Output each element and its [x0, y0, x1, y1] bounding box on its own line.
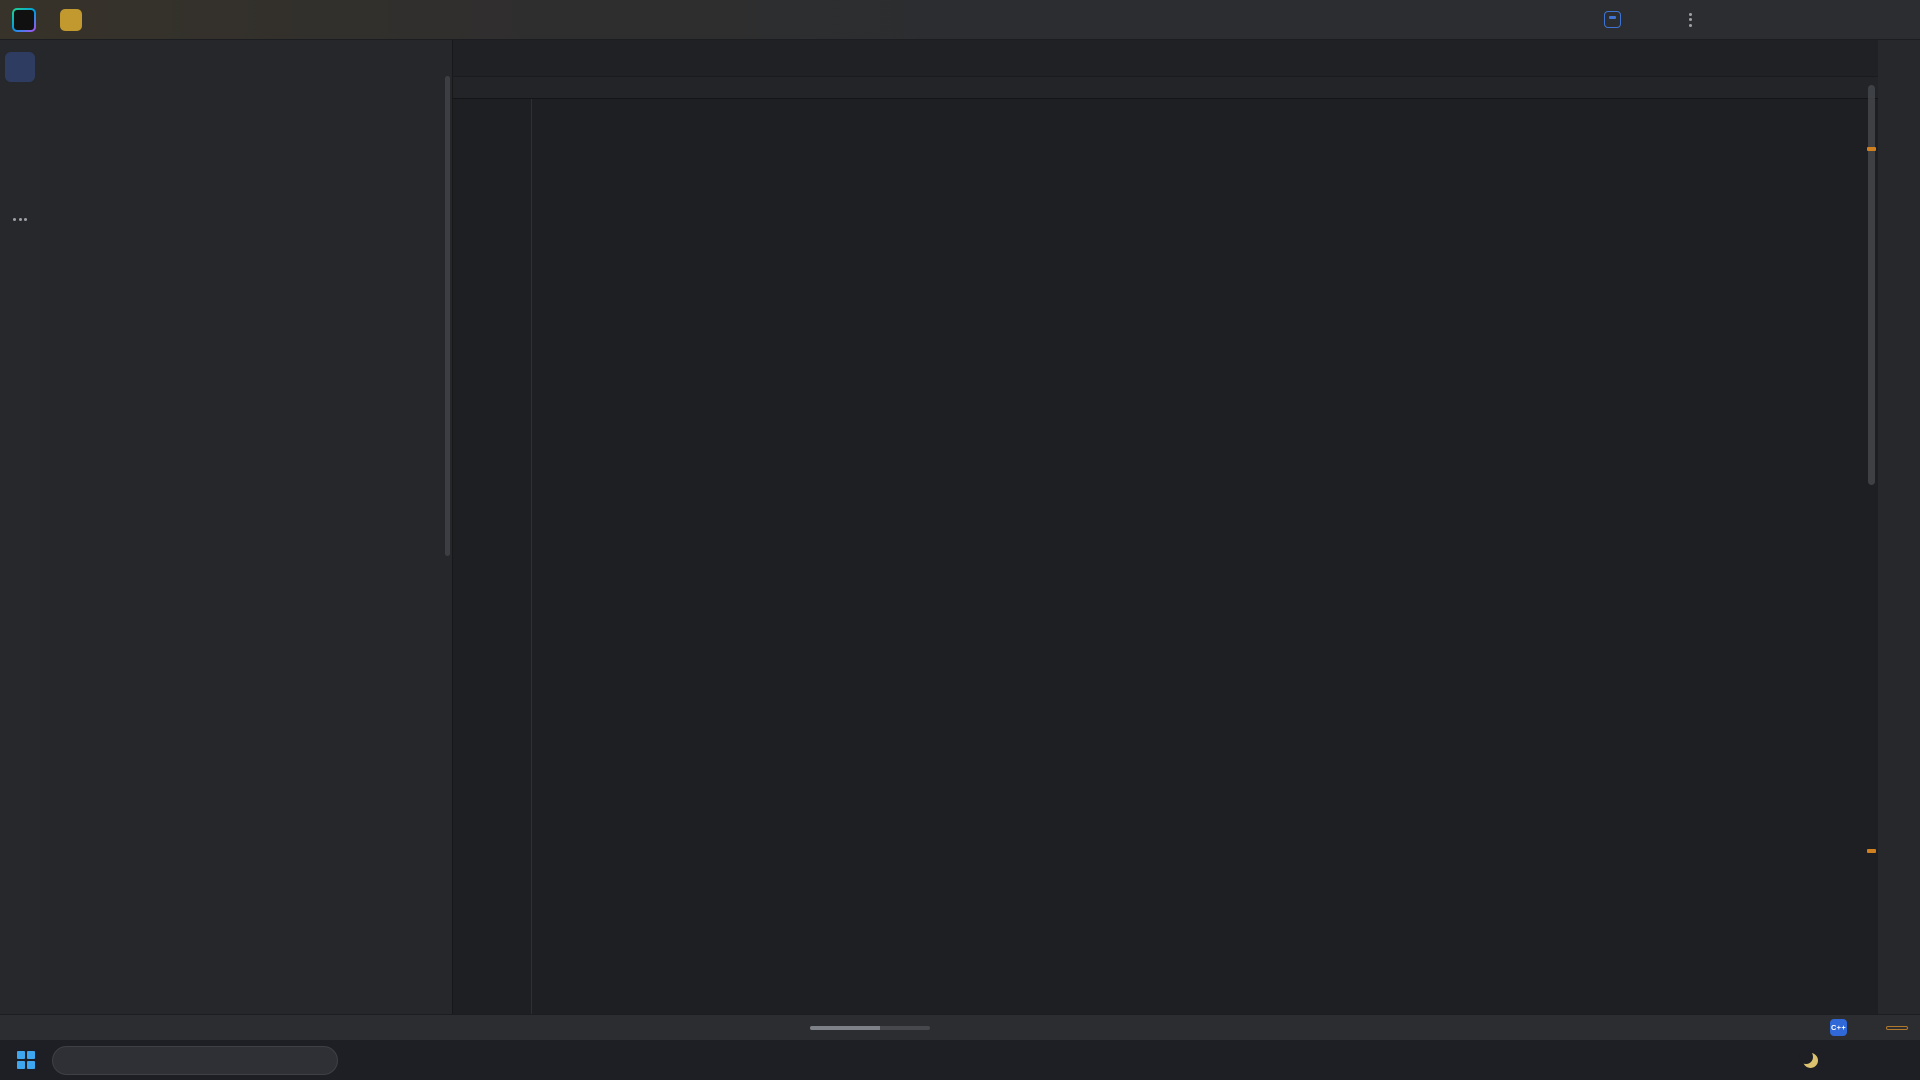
pull-requests-tool-button[interactable] — [5, 128, 35, 158]
editor-scrollbar[interactable] — [1868, 85, 1875, 485]
database-tool-button[interactable] — [1884, 128, 1914, 158]
run-config-selector[interactable] — [1604, 11, 1633, 28]
sticky-header-line — [453, 77, 1878, 99]
window-minimize-button[interactable] — [1794, 5, 1824, 35]
taskbar-search[interactable] — [52, 1046, 338, 1075]
commit-tool-button[interactable] — [5, 90, 35, 120]
more-actions-button[interactable] — [1689, 13, 1692, 27]
project-tree-scrollbar[interactable] — [445, 76, 450, 556]
window-maximize-button[interactable] — [1838, 5, 1868, 35]
run-config-widget[interactable]: C++ — [1830, 1019, 1854, 1036]
moon-icon — [1803, 1053, 1818, 1068]
services-tool-button[interactable] — [5, 934, 35, 964]
indexing-progress-bar — [810, 1026, 930, 1030]
cpp-badge-icon: C++ — [1830, 1019, 1847, 1036]
right-tool-stripe — [1878, 40, 1920, 1014]
run-tool-button[interactable] — [5, 858, 35, 888]
project-panel — [40, 40, 453, 1014]
terminal-tool-button[interactable] — [5, 896, 35, 926]
project-badge — [60, 9, 82, 31]
project-tool-button[interactable] — [5, 52, 35, 82]
weather-widget[interactable] — [1803, 1053, 1826, 1068]
license-badge[interactable] — [1886, 1026, 1908, 1030]
titlebar — [0, 0, 1920, 40]
start-button[interactable] — [6, 1040, 46, 1080]
system-tray — [1803, 1053, 1914, 1068]
left-tool-stripe — [0, 40, 40, 1014]
notifications-button[interactable] — [1884, 52, 1914, 82]
more-tool-windows-button[interactable] — [5, 204, 35, 234]
git-tool-button[interactable] — [5, 972, 35, 1002]
clion-logo-icon — [12, 8, 36, 32]
code-editor[interactable] — [453, 77, 1878, 1014]
project-selector[interactable] — [60, 9, 96, 31]
clion-ide-window: C++ — [0, 0, 1920, 1080]
project-tree — [40, 82, 452, 1014]
status-bar: C++ — [0, 1014, 1920, 1040]
problems-tool-button[interactable] — [5, 820, 35, 850]
structure-tool-button[interactable] — [5, 166, 35, 196]
scrollbar-warning-mark[interactable] — [1867, 849, 1876, 853]
editor-tab-bar — [453, 40, 1878, 77]
gutter-separator — [531, 77, 532, 1014]
scrollbar-warning-mark[interactable] — [1867, 147, 1876, 151]
window-close-button[interactable] — [1882, 5, 1912, 35]
editor-area — [453, 40, 1878, 1014]
ai-assistant-button[interactable] — [1884, 90, 1914, 120]
windows-taskbar — [0, 1040, 1920, 1080]
